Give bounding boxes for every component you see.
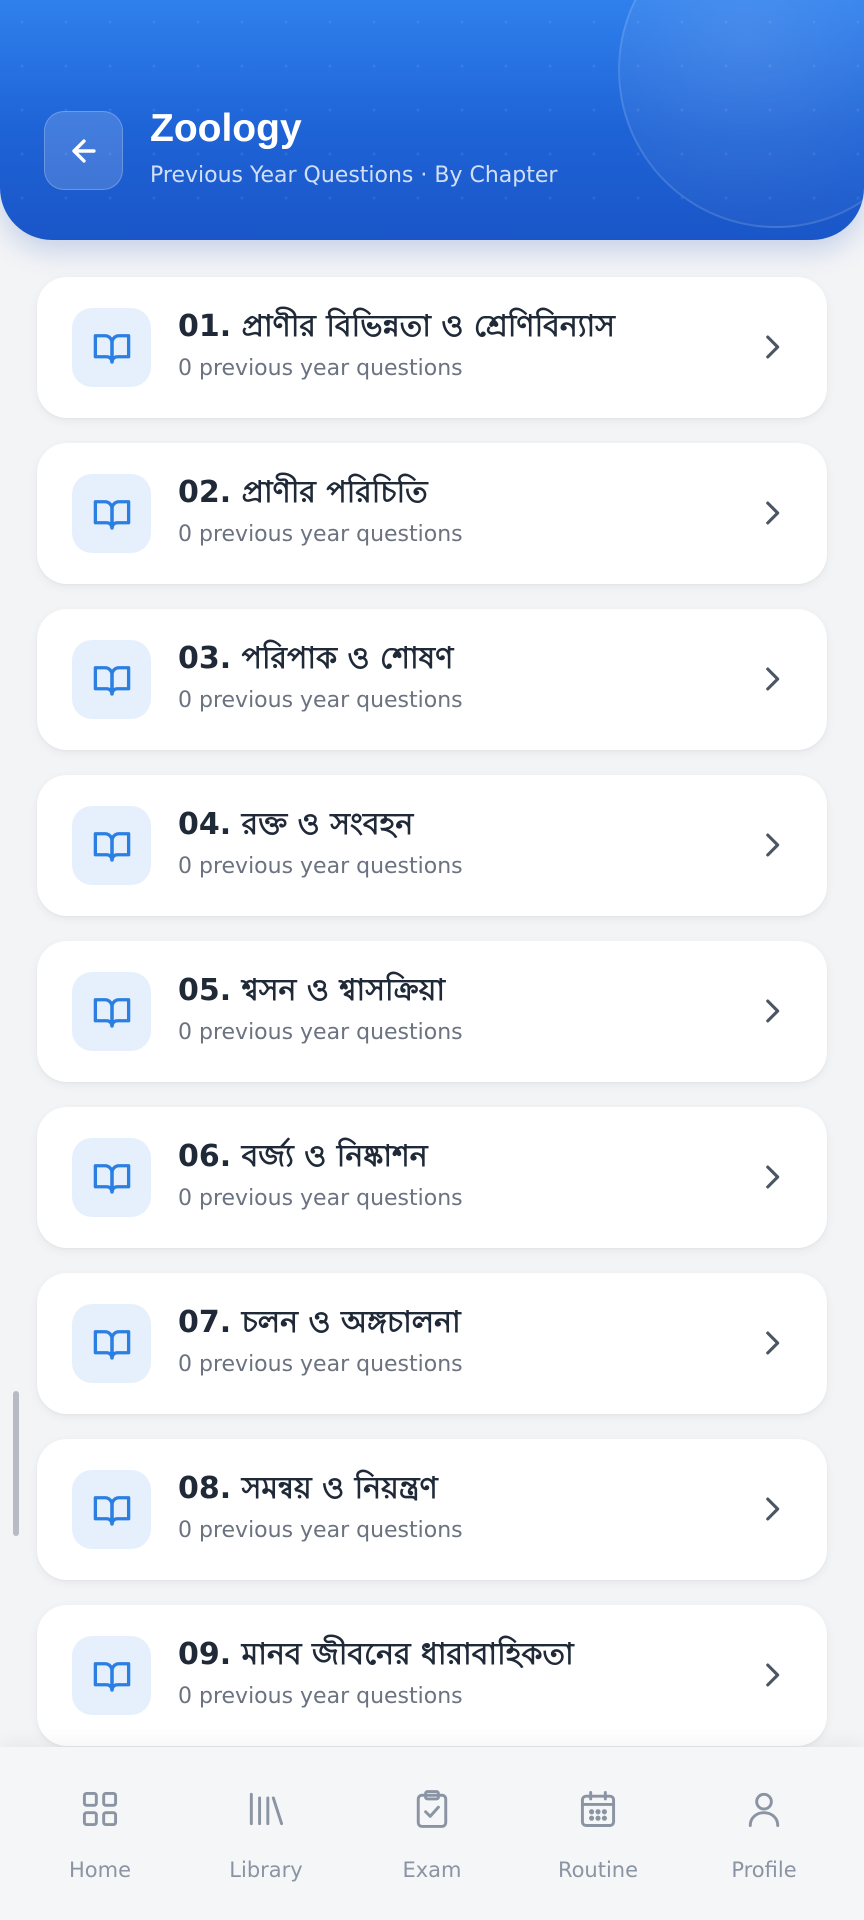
chevron-right-icon	[766, 833, 780, 857]
scroll-indicator[interactable]	[13, 1391, 19, 1536]
chapter-title: 05. শ্বসন ও শ্বাসক্রিয়া	[178, 973, 446, 1008]
book-open-icon	[93, 1163, 130, 1194]
chevron-right-icon	[766, 1331, 780, 1355]
library-icon	[249, 1792, 284, 1826]
chapter-title: 07. চলন ও অঙ্গচালনা	[178, 1305, 461, 1340]
nav-label: Routine	[557, 1858, 639, 1882]
nav-label: Library	[229, 1858, 303, 1882]
chapter-title: 03. পরিপাক ও শোষণ	[178, 641, 454, 676]
book-open-icon	[93, 831, 130, 862]
chevron-right-icon	[766, 335, 780, 359]
chapter-icon-box	[72, 474, 151, 553]
clipboard-check-icon	[416, 1790, 448, 1828]
chapter-title: 04. রক্ত ও সংবহন	[178, 807, 414, 842]
chapter-card[interactable]: 09. মানব জীবনের ধারাবাহিকতা 0 previous ye…	[37, 1605, 827, 1746]
book-open-icon	[93, 499, 130, 530]
book-open-icon	[93, 1661, 130, 1692]
book-open-icon	[93, 997, 130, 1028]
chevron-right-icon	[766, 1497, 780, 1521]
chapter-icon-box	[72, 1470, 151, 1549]
book-open-icon	[93, 333, 130, 364]
book-open-icon	[93, 1329, 130, 1360]
nav-label: Home	[68, 1858, 131, 1882]
nav-item-exam[interactable]: Exam	[364, 1747, 500, 1920]
chapter-icon-box	[72, 308, 151, 387]
chevron-right-icon	[766, 501, 780, 525]
chapter-card[interactable]: 06. বর্জ্য ও নিষ্কাশন 0 previous year que…	[37, 1107, 827, 1248]
nav-item-routine[interactable]: Routine	[530, 1747, 666, 1920]
chapter-card[interactable]: 08. সমন্বয় ও নিয়ন্ত্রণ 0 previous year …	[37, 1439, 827, 1580]
page-header: Zoology Previous Year Questions · By Cha…	[0, 0, 864, 240]
chapter-card[interactable]: 07. চলন ও অঙ্গচালনা 0 previous year quest…	[37, 1273, 827, 1414]
grid-icon	[82, 1791, 118, 1827]
chapter-title: 02. প্রাণীর পরিচিতি	[178, 475, 428, 510]
chapter-card[interactable]: 04. রক্ত ও সংবহন 0 previous year question…	[37, 775, 827, 916]
chapter-icon-box	[72, 640, 151, 719]
page-subtitle: Previous Year Questions · By Chapter	[150, 163, 558, 188]
chapter-icon-box	[72, 1138, 151, 1217]
chapter-title: 01. প্রাণীর বিভিন্নতা ও শ্রেণিবিন্যাস	[178, 309, 615, 344]
nav-item-library[interactable]: Library	[198, 1747, 334, 1920]
chapter-question-count: 0 previous year questions	[178, 1186, 463, 1211]
chevron-right-icon	[766, 999, 780, 1023]
nav-item-home[interactable]: Home	[32, 1747, 168, 1920]
chapter-card[interactable]: 02. প্রাণীর পরিচিতি 0 previous year quest…	[37, 443, 827, 584]
chevron-right-icon	[766, 667, 780, 691]
chapter-icon-box	[72, 806, 151, 885]
book-open-icon	[93, 665, 130, 696]
nav-item-profile[interactable]: Profile	[696, 1747, 832, 1920]
chevron-right-icon	[766, 1165, 780, 1189]
chapter-icon-box	[72, 972, 151, 1051]
chapter-question-count: 0 previous year questions	[178, 1020, 463, 1045]
back-button[interactable]	[44, 111, 123, 190]
nav-label: Profile	[731, 1858, 797, 1882]
chapter-title: 09. মানব জীবনের ধারাবাহিকতা	[178, 1637, 574, 1672]
chapter-title: 06. বর্জ্য ও নিষ্কাশন	[178, 1139, 428, 1174]
chapter-list: 01. প্রাণীর বিভিন্নতা ও শ্রেণিবিন্যাস 0 p…	[37, 277, 827, 1771]
chapter-question-count: 0 previous year questions	[178, 1352, 463, 1377]
chapter-title: 08. সমন্বয় ও নিয়ন্ত্রণ	[178, 1471, 438, 1506]
chapter-question-count: 0 previous year questions	[178, 356, 463, 381]
screen: Zoology Previous Year Questions · By Cha…	[0, 0, 864, 1920]
chapter-icon-box	[72, 1304, 151, 1383]
nav-label: Exam	[402, 1858, 462, 1882]
chapter-card[interactable]: 01. প্রাণীর বিভিন্নতা ও শ্রেণিবিন্যাস 0 p…	[37, 277, 827, 418]
bottom-navigation: Home Library Exam Routine Profile	[0, 1747, 864, 1920]
arrow-left-icon	[71, 138, 96, 163]
chapter-question-count: 0 previous year questions	[178, 1518, 463, 1543]
chapter-question-count: 0 previous year questions	[178, 688, 463, 713]
page-title: Zoology	[150, 107, 302, 150]
chapter-question-count: 0 previous year questions	[178, 854, 463, 879]
chapter-question-count: 0 previous year questions	[178, 522, 463, 547]
calendar-icon	[580, 1791, 616, 1827]
chapter-card[interactable]: 03. পরিপাক ও শোষণ 0 previous year questio…	[37, 609, 827, 750]
book-open-icon	[93, 1495, 130, 1526]
chapter-icon-box	[72, 1636, 151, 1715]
chapter-question-count: 0 previous year questions	[178, 1684, 463, 1709]
user-icon	[748, 1792, 780, 1827]
chevron-right-icon	[766, 1663, 780, 1687]
chapter-card[interactable]: 05. শ্বসন ও শ্বাসক্রিয়া 0 previous year …	[37, 941, 827, 1082]
